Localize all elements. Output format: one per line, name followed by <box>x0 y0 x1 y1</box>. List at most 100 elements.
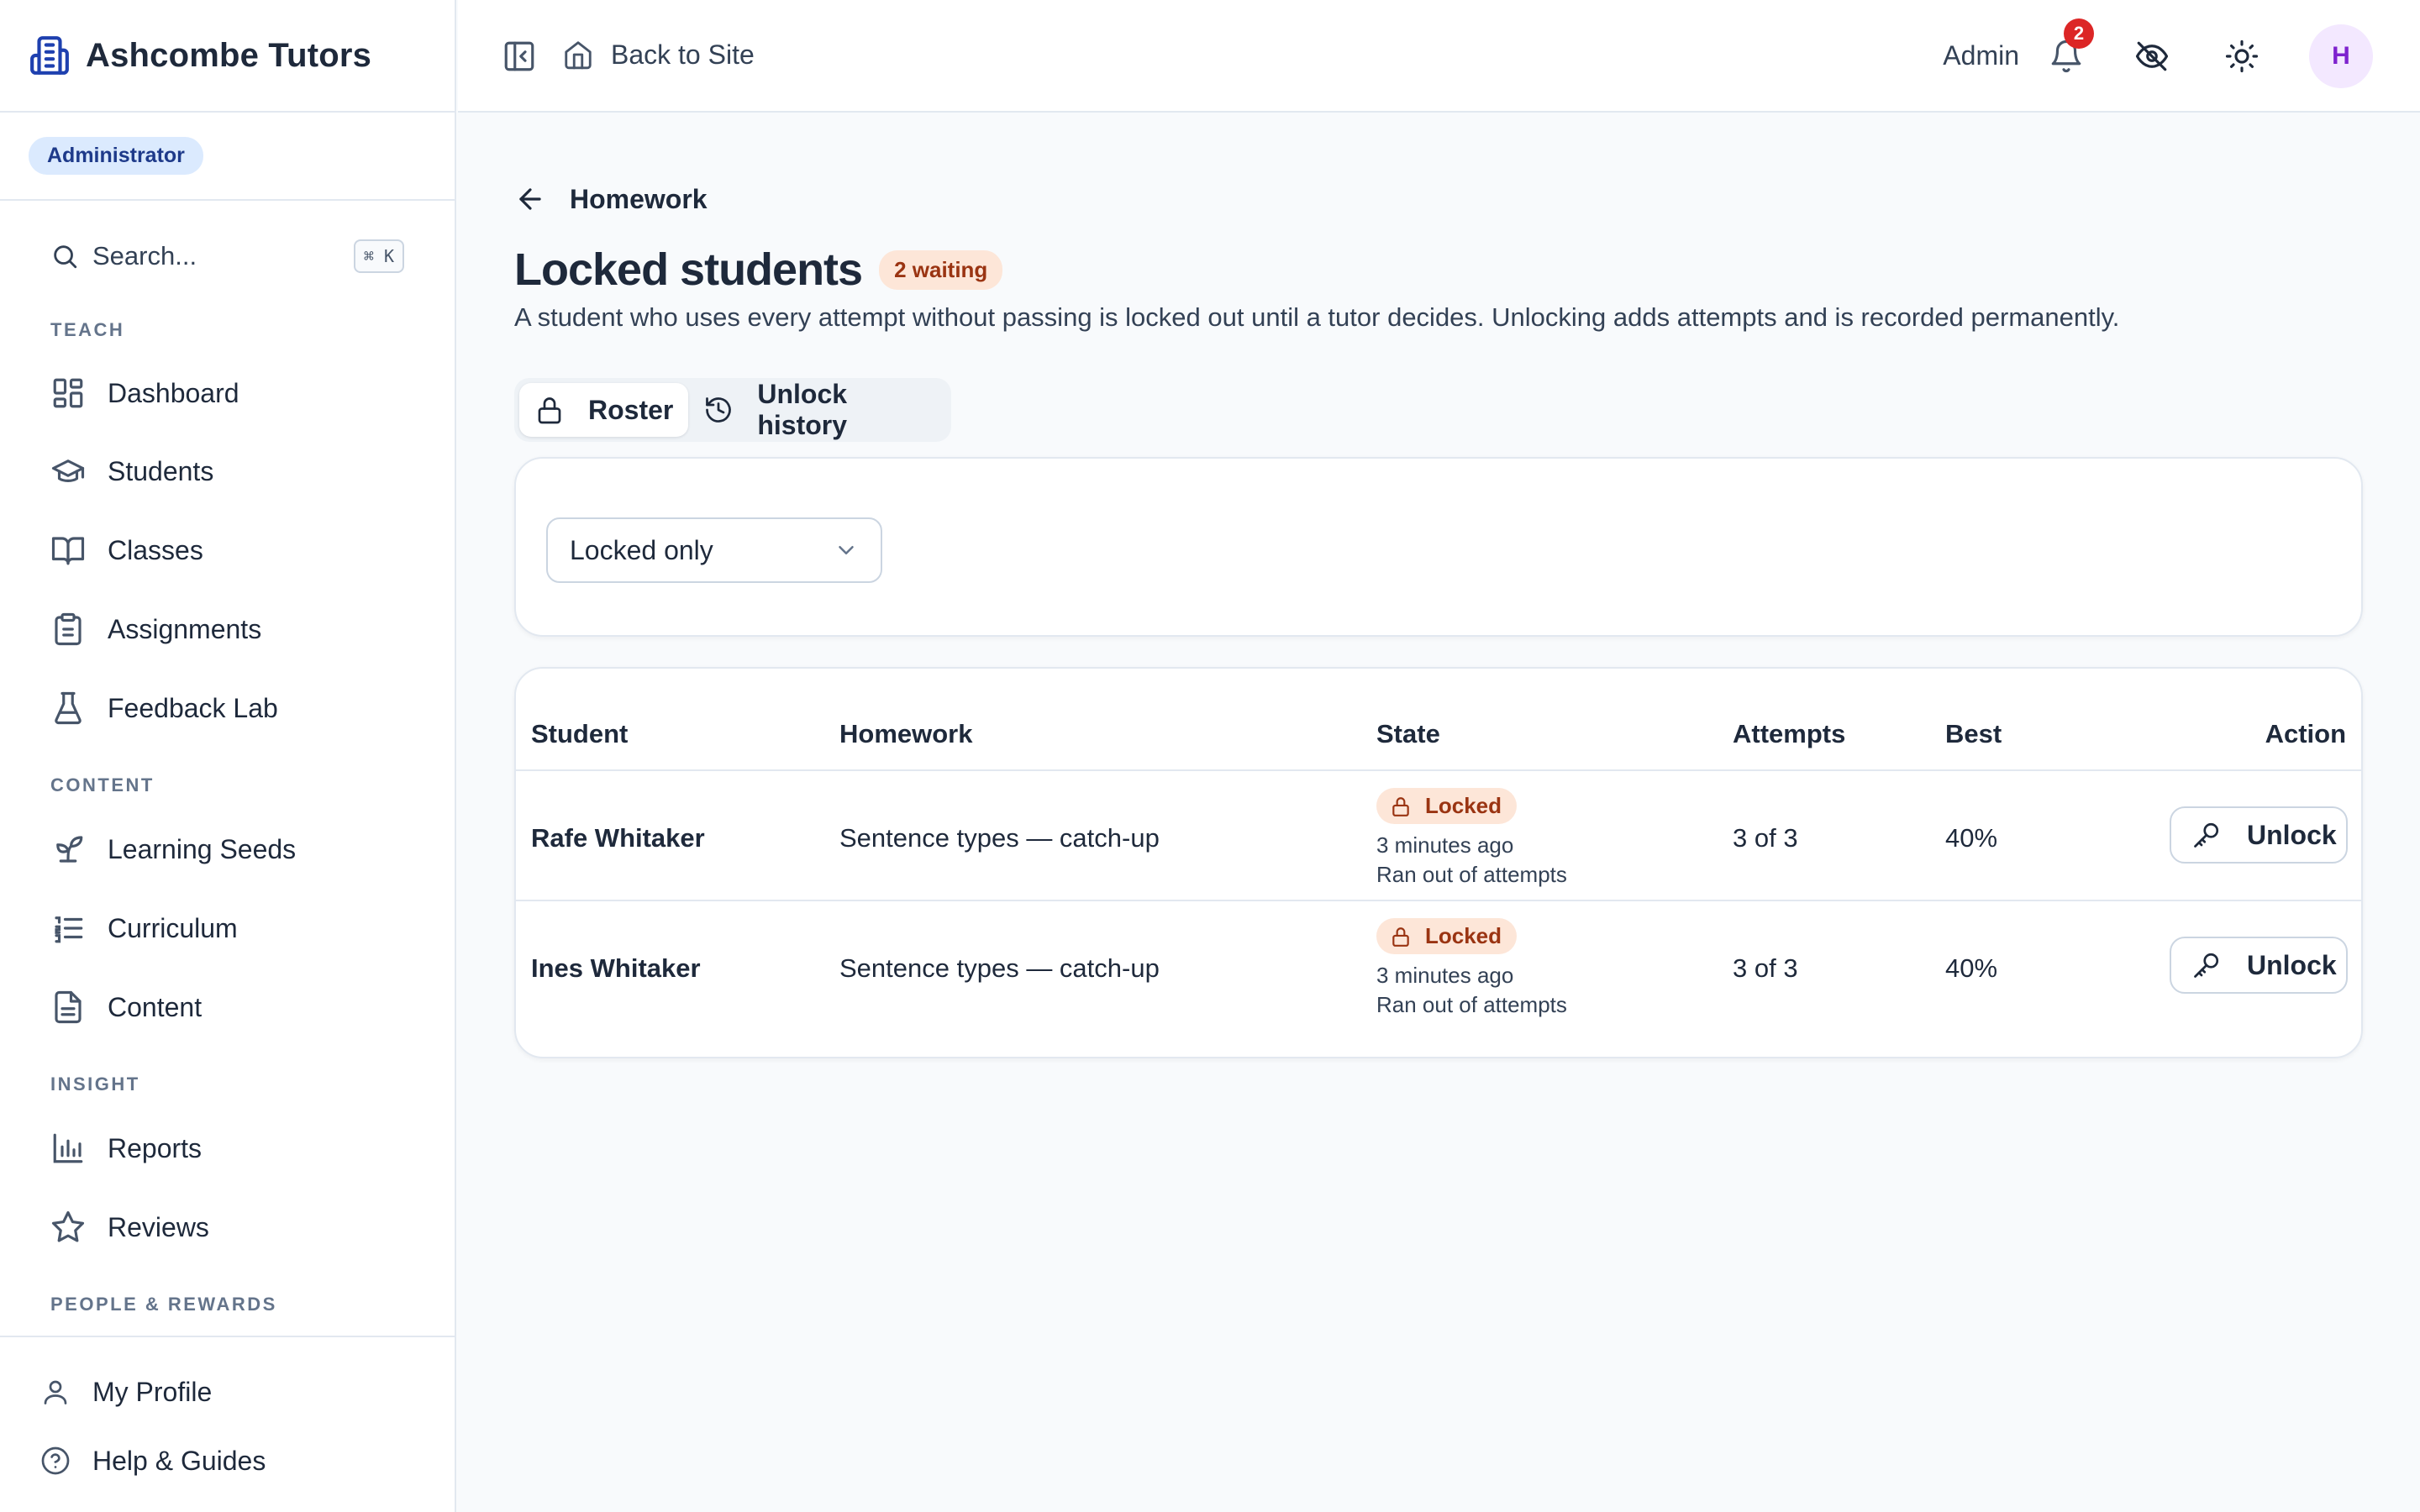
column-header-student: Student <box>531 719 629 748</box>
sidebar-item-content[interactable]: Content <box>50 984 202 1031</box>
filter-card: Locked only <box>514 457 2363 637</box>
column-header-attempts: Attempts <box>1733 719 1846 748</box>
column-header-homework: Homework <box>839 719 973 748</box>
sidebar-item-label: Dashboard <box>108 377 239 408</box>
sun-icon[interactable] <box>2224 39 2260 74</box>
sidebar-item-label: Help & Guides <box>92 1445 266 1476</box>
best-score: 40% <box>1945 823 1998 853</box>
avatar[interactable]: H <box>2309 24 2373 88</box>
graduation-cap-icon <box>50 454 86 489</box>
sidebar-item-label: Reports <box>108 1132 203 1163</box>
back-to-site-label: Back to Site <box>611 39 755 70</box>
tab-roster[interactable]: Roster <box>519 383 689 437</box>
sidebar-item-label: Reviews <box>108 1211 209 1242</box>
locked-time: 3 minutes ago <box>1376 963 1514 988</box>
building-logo-icon <box>29 34 71 76</box>
waiting-count-badge: 2 waiting <box>879 249 1003 290</box>
state-filter-select[interactable]: Locked only <box>546 517 882 583</box>
sidebar-item-help-guides[interactable]: Help & Guides <box>40 1440 266 1482</box>
clipboard-icon <box>50 612 86 647</box>
role-badge: Administrator <box>29 137 203 175</box>
dashboard-icon <box>50 375 86 411</box>
admin-link[interactable]: Admin <box>1943 40 2019 71</box>
student-name: Ines Whitaker <box>531 953 701 983</box>
sidebar-item-label: Classes <box>108 534 203 565</box>
column-header-best: Best <box>1945 719 2002 748</box>
arrow-left-icon <box>514 183 546 215</box>
file-text-icon <box>50 990 86 1025</box>
table-header: Student Homework State Attempts Best Act… <box>516 669 2361 771</box>
brand[interactable]: Ashcombe Tutors <box>0 0 455 113</box>
topbar: Back to Site Admin 2 H <box>458 0 2420 113</box>
locked-badge-label: Locked <box>1425 793 1502 818</box>
unlock-button-label: Unlock <box>2247 819 2337 850</box>
sidebar-item-learning-seeds[interactable]: Learning Seeds <box>50 826 296 873</box>
eye-off-icon[interactable] <box>2134 39 2170 74</box>
unlock-button-label: Unlock <box>2247 949 2337 980</box>
locked-reason: Ran out of attempts <box>1376 862 1567 887</box>
state-cell: Locked 3 minutes ago Ran out of attempts <box>1376 918 1567 1018</box>
locked-students-table: Student Homework State Attempts Best Act… <box>514 667 2363 1058</box>
sidebar-toggle-icon[interactable] <box>502 39 537 74</box>
column-header-action: Action <box>2265 719 2346 748</box>
sidebar-item-reviews[interactable]: Reviews <box>50 1204 209 1251</box>
sidebar-item-classes[interactable]: Classes <box>50 527 203 574</box>
search-input[interactable]: Search... <box>92 241 354 271</box>
table-row: Ines Whitaker Sentence types — catch-up … <box>516 901 2361 1032</box>
locked-reason: Ran out of attempts <box>1376 992 1567 1017</box>
page-description: A student who uses every attempt without… <box>514 302 2120 332</box>
section-label-people-rewards: PEOPLE & REWARDS <box>50 1294 277 1315</box>
sidebar-item-curriculum[interactable]: Curriculum <box>50 905 238 952</box>
breadcrumb-label: Homework <box>570 183 708 214</box>
lock-icon <box>1390 795 1412 817</box>
sidebar-item-label: Students <box>108 455 214 486</box>
user-icon <box>40 1377 71 1407</box>
tab-label: Roster <box>588 394 674 425</box>
unlock-button[interactable]: Unlock <box>2170 806 2348 864</box>
brand-name: Ashcombe Tutors <box>86 36 372 74</box>
help-circle-icon <box>40 1446 71 1476</box>
sidebar-item-label: My Profile <box>92 1376 213 1407</box>
best-score: 40% <box>1945 953 1998 983</box>
section-label-teach: TEACH <box>50 319 125 340</box>
key-icon <box>2191 950 2222 980</box>
bar-chart-icon <box>50 1131 86 1166</box>
back-to-site-link[interactable]: Back to Site <box>562 39 755 71</box>
state-cell: Locked 3 minutes ago Ran out of attempts <box>1376 788 1567 888</box>
attempts-value: 3 of 3 <box>1733 823 1798 853</box>
locked-badge: Locked <box>1376 788 1518 824</box>
book-open-icon <box>50 533 86 568</box>
view-tabs: Roster Unlock history <box>514 378 951 442</box>
history-icon <box>703 395 734 425</box>
homework-title: Sentence types — catch-up <box>839 953 1160 983</box>
sidebar-item-assignments[interactable]: Assignments <box>50 606 261 653</box>
locked-time: 3 minutes ago <box>1376 832 1514 858</box>
student-name: Rafe Whitaker <box>531 823 705 853</box>
breadcrumb[interactable]: Homework <box>514 183 708 215</box>
attempts-value: 3 of 3 <box>1733 953 1798 983</box>
role-area: Administrator <box>0 113 455 201</box>
column-header-state: State <box>1376 719 1440 748</box>
sidebar-item-students[interactable]: Students <box>50 448 213 495</box>
homework-title: Sentence types — catch-up <box>839 823 1160 853</box>
sidebar-item-label: Learning Seeds <box>108 833 297 864</box>
sprout-icon <box>50 832 86 867</box>
chevron-down-icon <box>834 538 859 563</box>
flask-icon <box>50 690 86 726</box>
sidebar-item-dashboard[interactable]: Dashboard <box>50 370 239 417</box>
sidebar-item-label: Content <box>108 991 203 1022</box>
sidebar-item-my-profile[interactable]: My Profile <box>40 1371 212 1413</box>
tab-label: Unlock history <box>757 379 848 440</box>
unlock-button[interactable]: Unlock <box>2170 937 2348 994</box>
sidebar-search[interactable]: Search... ⌘ K <box>50 237 404 276</box>
page-title: Locked students <box>514 244 863 295</box>
state-filter-value: Locked only <box>570 534 713 565</box>
sidebar-item-feedback-lab[interactable]: Feedback Lab <box>50 685 278 732</box>
tab-unlock-history[interactable]: Unlock history <box>688 379 946 440</box>
locked-badge: Locked <box>1376 918 1518 954</box>
lock-icon <box>1390 926 1412 948</box>
page-title-row: Locked students 2 waiting <box>514 244 1003 296</box>
locked-badge-label: Locked <box>1425 923 1502 948</box>
sidebar-item-label: Assignments <box>108 613 262 644</box>
sidebar-item-reports[interactable]: Reports <box>50 1125 202 1172</box>
